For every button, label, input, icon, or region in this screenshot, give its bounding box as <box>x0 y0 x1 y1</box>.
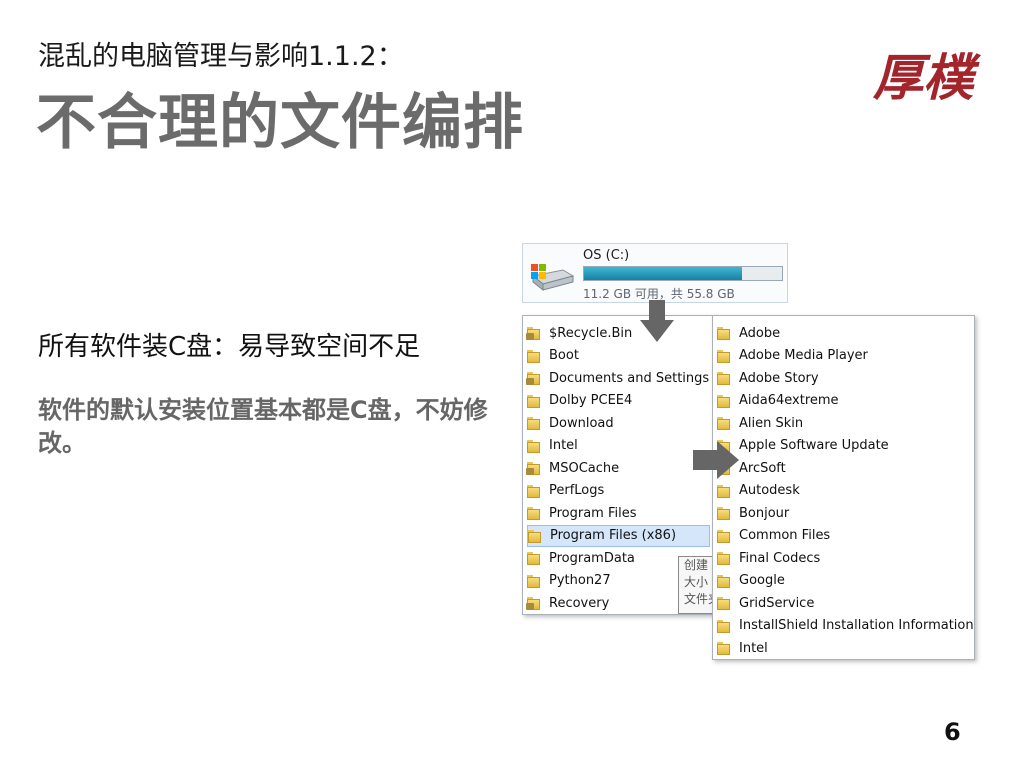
slide-subtitle: 混乱的电脑管理与影响1.1.2： <box>38 41 404 72</box>
folder-row[interactable]: Bonjour <box>717 502 789 524</box>
folder-icon <box>527 394 541 408</box>
folder-icon <box>717 349 731 363</box>
folder-icon <box>717 416 731 430</box>
folder-icon <box>527 484 541 498</box>
folder-icon <box>717 371 731 385</box>
folder-row[interactable]: Documents and Settings <box>526 367 710 389</box>
folder-row[interactable]: ProgramData <box>527 547 635 569</box>
tooltip-line: 创建 <box>684 558 709 572</box>
folder-row[interactable]: $Recycle.Bin <box>526 322 633 344</box>
folder-row[interactable]: Program Files <box>527 502 637 524</box>
folder-name: Dolby PCEE4 <box>549 393 633 408</box>
folder-icon <box>717 574 731 588</box>
folder-name: PerfLogs <box>549 483 605 498</box>
locked-folder-icon <box>526 326 541 340</box>
main-point: 所有软件装C盘：易导致空间不足 <box>38 332 421 362</box>
hard-drive-icon <box>531 264 575 292</box>
folder-row[interactable]: Autodesk <box>717 480 800 502</box>
folder-icon <box>717 326 731 340</box>
folder-row[interactable]: PerfLogs <box>527 480 604 502</box>
folder-icon <box>717 596 731 610</box>
folder-name: GridService <box>739 595 815 611</box>
folder-row[interactable]: MSOCache <box>526 457 620 479</box>
tooltip-line: 文件夹 <box>684 592 715 606</box>
folder-row[interactable]: Adobe Media Player <box>717 345 868 367</box>
folder-icon <box>717 641 731 655</box>
folder-name: ArcSoft <box>739 460 786 476</box>
folder-icon <box>717 529 731 543</box>
folder-icon <box>717 394 731 408</box>
folder-row[interactable]: GridService <box>717 592 814 614</box>
folder-row[interactable]: Adobe Story <box>717 367 819 389</box>
folder-row[interactable]: Google <box>717 570 785 592</box>
folder-name: Download <box>549 415 614 431</box>
folder-icon <box>527 551 541 565</box>
folder-row[interactable]: Intel <box>527 435 578 457</box>
folder-row[interactable]: Recovery <box>526 592 610 614</box>
folder-name: MSOCache <box>549 460 620 476</box>
folder-row[interactable]: Final Codecs <box>717 547 820 569</box>
folder-name: Common Files <box>739 528 831 543</box>
folder-name: Adobe Media Player <box>739 348 868 363</box>
folder-name: Final Codecs <box>739 550 821 566</box>
folder-name: Google <box>739 573 785 588</box>
program-files-x86-folder-list: Adobe Adobe Media Player Adobe Story Aida64… <box>712 315 975 660</box>
slide-title: 不合理的文件编排 <box>36 88 524 158</box>
folder-row[interactable]: Apple Software Update <box>717 435 889 457</box>
folder-name: Documents and Settings <box>549 370 710 386</box>
folder-row[interactable]: Boot <box>527 345 579 367</box>
folder-icon <box>527 506 541 520</box>
logo: 厚樸 <box>873 48 973 107</box>
folder-name: Intel <box>549 438 578 453</box>
folder-name: Python27 <box>549 573 611 588</box>
folder-name: $Recycle.Bin <box>549 325 633 341</box>
folder-name: Program Files (x86) <box>550 528 677 543</box>
folder-icon <box>527 574 541 588</box>
folder-icon <box>717 551 731 565</box>
locked-folder-icon <box>526 596 541 610</box>
page-number: 6 <box>944 718 961 746</box>
folder-row[interactable]: Download <box>527 412 614 434</box>
folder-icon <box>528 529 542 543</box>
folder-icon <box>717 619 731 633</box>
folder-row[interactable]: Aida64extreme <box>717 390 839 412</box>
drive-usage-bar <box>583 266 783 281</box>
arrow-right-icon <box>693 441 739 479</box>
drive-label: OS (C:) <box>583 248 630 263</box>
locked-folder-icon <box>526 461 541 475</box>
folder-icon <box>717 506 731 520</box>
folder-name: Recovery <box>549 595 610 611</box>
folder-name: Adobe <box>739 325 781 341</box>
locked-folder-icon <box>526 371 541 385</box>
folder-icon <box>717 484 731 498</box>
folder-name: InstallShield Installation Information <box>739 618 974 633</box>
drive-usage-fill <box>584 267 743 280</box>
folder-row[interactable]: Alien Skin <box>717 412 803 434</box>
folder-tooltip: 创建 大小 文件夹 <box>678 556 716 614</box>
folder-row[interactable]: Program Files (x86) <box>527 524 710 547</box>
folder-row[interactable]: InstallShield Installation Information <box>717 615 974 637</box>
folder-name: Bonjour <box>739 505 790 521</box>
folder-name: Adobe Story <box>739 370 819 386</box>
folder-icon <box>527 349 541 363</box>
folder-name: Intel <box>739 640 768 656</box>
folder-name: Apple Software Update <box>739 438 889 453</box>
folder-row[interactable]: Common Files <box>717 525 830 547</box>
folder-row[interactable]: Adobe <box>717 322 780 344</box>
arrow-down-icon <box>640 300 674 342</box>
note-text: 软件的默认安装位置基本都是C盘，不妨修改。 <box>38 396 488 457</box>
folder-name: Program Files <box>549 505 637 521</box>
folder-name: Autodesk <box>739 483 800 498</box>
folder-icon <box>527 416 541 430</box>
folder-name: ProgramData <box>549 550 635 566</box>
drive-c-widget[interactable]: OS (C:) 11.2 GB 可用，共 55.8 GB <box>522 243 788 303</box>
folder-name: Aida64extreme <box>739 393 839 408</box>
folder-icon <box>527 439 541 453</box>
folder-name: Alien Skin <box>739 415 804 431</box>
folder-name: Boot <box>549 348 579 363</box>
folder-row[interactable]: Dolby PCEE4 <box>527 390 632 412</box>
folder-row[interactable]: Intel <box>717 637 768 659</box>
tooltip-line: 大小 <box>684 575 709 589</box>
folder-row[interactable]: Python27 <box>527 570 611 592</box>
